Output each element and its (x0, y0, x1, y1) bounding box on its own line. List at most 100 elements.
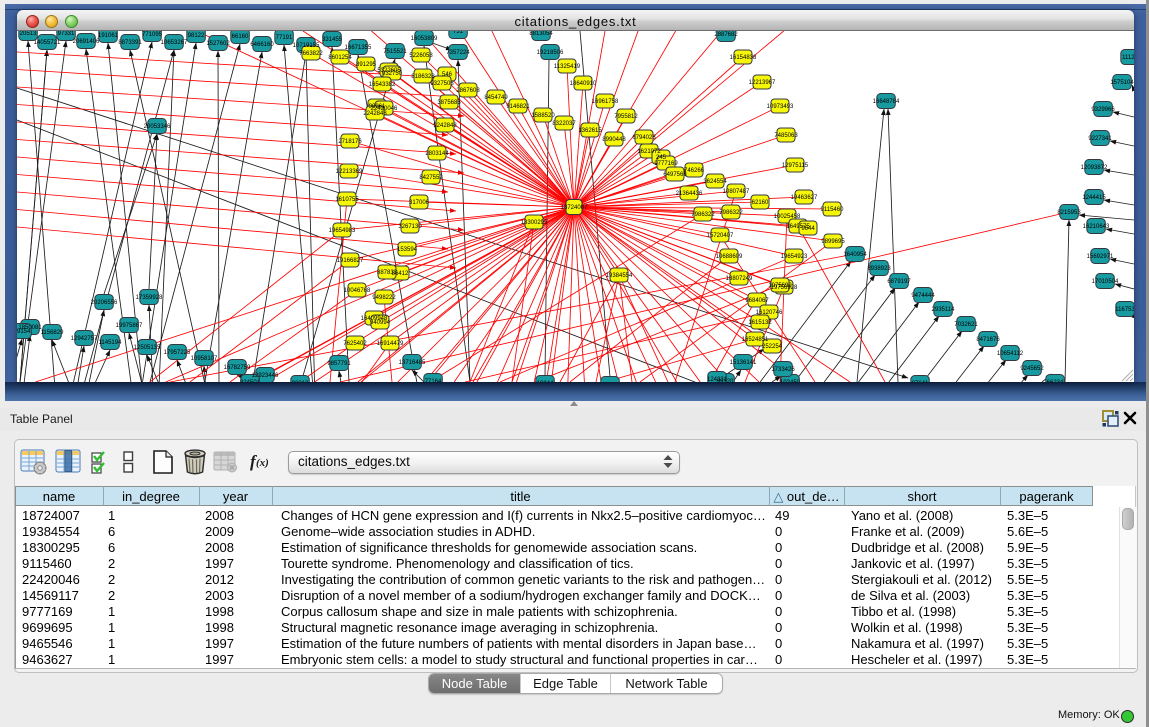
svg-text:6466160: 6466160 (250, 42, 274, 48)
svg-text:12213369: 12213369 (336, 169, 363, 175)
svg-text:9857791: 9857791 (327, 361, 351, 367)
svg-text:9644: 9644 (801, 226, 815, 232)
svg-text:1362615: 1362615 (578, 128, 602, 134)
svg-text:1733426: 1733426 (771, 367, 795, 373)
svg-text:98122: 98122 (188, 33, 205, 39)
svg-text:11325419: 11325419 (554, 64, 581, 70)
svg-text:331455: 331455 (322, 37, 343, 43)
svg-text:8601254: 8601254 (328, 55, 352, 61)
svg-text:16053809: 16053809 (411, 36, 438, 42)
svg-text:77164: 77164 (425, 379, 442, 382)
svg-text:7986322: 7986322 (719, 210, 743, 216)
svg-text:746266: 746266 (684, 168, 705, 174)
svg-text:8322037: 8322037 (552, 121, 576, 127)
svg-text:10973493: 10973493 (767, 104, 794, 110)
svg-text:9684067: 9684067 (745, 298, 769, 304)
svg-text:317006: 317006 (409, 200, 430, 206)
svg-text:20513: 20513 (20, 31, 37, 37)
svg-text:12093872: 12093872 (1081, 165, 1108, 171)
svg-text:1575104: 1575104 (1110, 80, 1134, 86)
svg-text:77191: 77191 (276, 35, 293, 41)
svg-text:19463627: 19463627 (791, 195, 818, 201)
svg-text:1640954: 1640954 (843, 252, 867, 258)
svg-text:8454749: 8454749 (484, 95, 508, 101)
svg-text:16524851: 16524851 (742, 337, 769, 343)
svg-text:7485063: 7485063 (774, 133, 798, 139)
svg-text:10654112: 10654112 (997, 351, 1024, 357)
svg-text:12942757: 12942757 (71, 336, 98, 342)
svg-text:252254: 252254 (762, 344, 783, 350)
svg-text:97331: 97331 (58, 31, 75, 37)
svg-text:10046768: 10046768 (344, 288, 371, 294)
svg-text:10653267: 10653267 (161, 40, 188, 46)
svg-text:1244415: 1244415 (1082, 195, 1106, 201)
svg-text:19166827: 19166827 (337, 258, 364, 264)
svg-text:14055721: 14055721 (34, 40, 61, 46)
svg-text:940994: 940994 (370, 320, 391, 326)
svg-text:10958107: 10958107 (191, 356, 218, 362)
svg-text:16914479: 16914479 (377, 341, 404, 347)
svg-text:16210643: 16210643 (1083, 224, 1110, 230)
svg-text:18300295: 18300295 (521, 220, 548, 226)
svg-text:10844: 10844 (537, 381, 554, 382)
svg-text:9227341: 9227341 (1088, 136, 1112, 142)
svg-text:16671355: 16671355 (345, 45, 372, 51)
svg-text:9115460: 9115460 (821, 207, 845, 213)
svg-text:7357224: 7357224 (446, 50, 470, 56)
svg-text:6879197: 6879197 (887, 279, 911, 285)
svg-text:8938923: 8938923 (867, 266, 891, 272)
svg-text:16961758: 16961758 (592, 99, 619, 105)
svg-text:9899695: 9899695 (821, 239, 845, 245)
svg-text:66160: 66160 (232, 34, 249, 40)
svg-text:8873391: 8873391 (118, 40, 142, 46)
svg-text:20691406: 20691406 (73, 39, 100, 45)
svg-text:18807249: 18807249 (726, 276, 753, 282)
svg-text:7955812: 7955812 (614, 114, 638, 120)
svg-text:7032621: 7032621 (954, 322, 978, 328)
svg-text:8471676: 8471676 (976, 337, 1000, 343)
svg-text:3267130: 3267130 (398, 224, 422, 230)
svg-text:16543382: 16543382 (369, 82, 396, 88)
svg-text:15136141: 15136141 (730, 360, 757, 366)
svg-text:1615132: 1615132 (748, 320, 772, 326)
svg-text:2887682: 2887682 (714, 32, 738, 38)
svg-text:153594: 153594 (397, 247, 418, 253)
svg-text:1610755: 1610755 (335, 197, 359, 203)
svg-text:20053346: 20053346 (144, 124, 171, 130)
svg-text:102450: 102450 (780, 380, 801, 382)
svg-text:17957225: 17957225 (164, 350, 191, 356)
svg-text:11125: 11125 (1122, 55, 1134, 61)
svg-text:5226058: 5226058 (409, 53, 433, 59)
svg-text:15692971: 15692971 (1087, 254, 1114, 260)
svg-text:9498222: 9498222 (372, 295, 396, 301)
svg-text:66234: 66234 (1047, 380, 1064, 382)
svg-text:1588520: 1588520 (531, 113, 555, 119)
svg-text:10025458: 10025458 (774, 214, 801, 220)
svg-text:9329966: 9329966 (1091, 107, 1115, 113)
svg-text:924501: 924501 (240, 380, 261, 382)
svg-text:7663822: 7663822 (299, 51, 323, 57)
svg-text:2718176: 2718176 (338, 139, 362, 145)
svg-text:83313: 83313 (292, 381, 309, 382)
svg-text:6794028: 6794028 (632, 135, 656, 141)
svg-text:10719155: 10719155 (293, 43, 320, 49)
svg-text:39154: 39154 (17, 329, 31, 335)
svg-text:20206556: 20206556 (91, 300, 118, 306)
svg-text:17010504: 17010504 (1092, 279, 1119, 285)
svg-text:10807487: 10807487 (723, 189, 750, 195)
svg-text:2935114: 2935114 (932, 307, 956, 313)
svg-text:1156829: 1156829 (41, 330, 65, 336)
svg-text:887833: 887833 (377, 270, 398, 276)
svg-text:1975692: 1975692 (768, 283, 792, 289)
svg-text:7625402: 7625402 (343, 341, 367, 347)
svg-text:546: 546 (442, 72, 453, 78)
svg-text:13716485: 13716485 (399, 360, 426, 366)
svg-text:16154838: 16154838 (730, 55, 757, 61)
svg-text:9474444: 9474444 (911, 293, 935, 299)
svg-text:9245652: 9245652 (1020, 366, 1044, 372)
svg-text:12975115: 12975115 (782, 163, 809, 169)
svg-text:18724007: 18724007 (561, 205, 588, 211)
svg-text:8990448: 8990448 (602, 137, 626, 143)
svg-text:10688609: 10688609 (716, 254, 743, 260)
svg-text:1527602: 1527602 (206, 41, 230, 47)
